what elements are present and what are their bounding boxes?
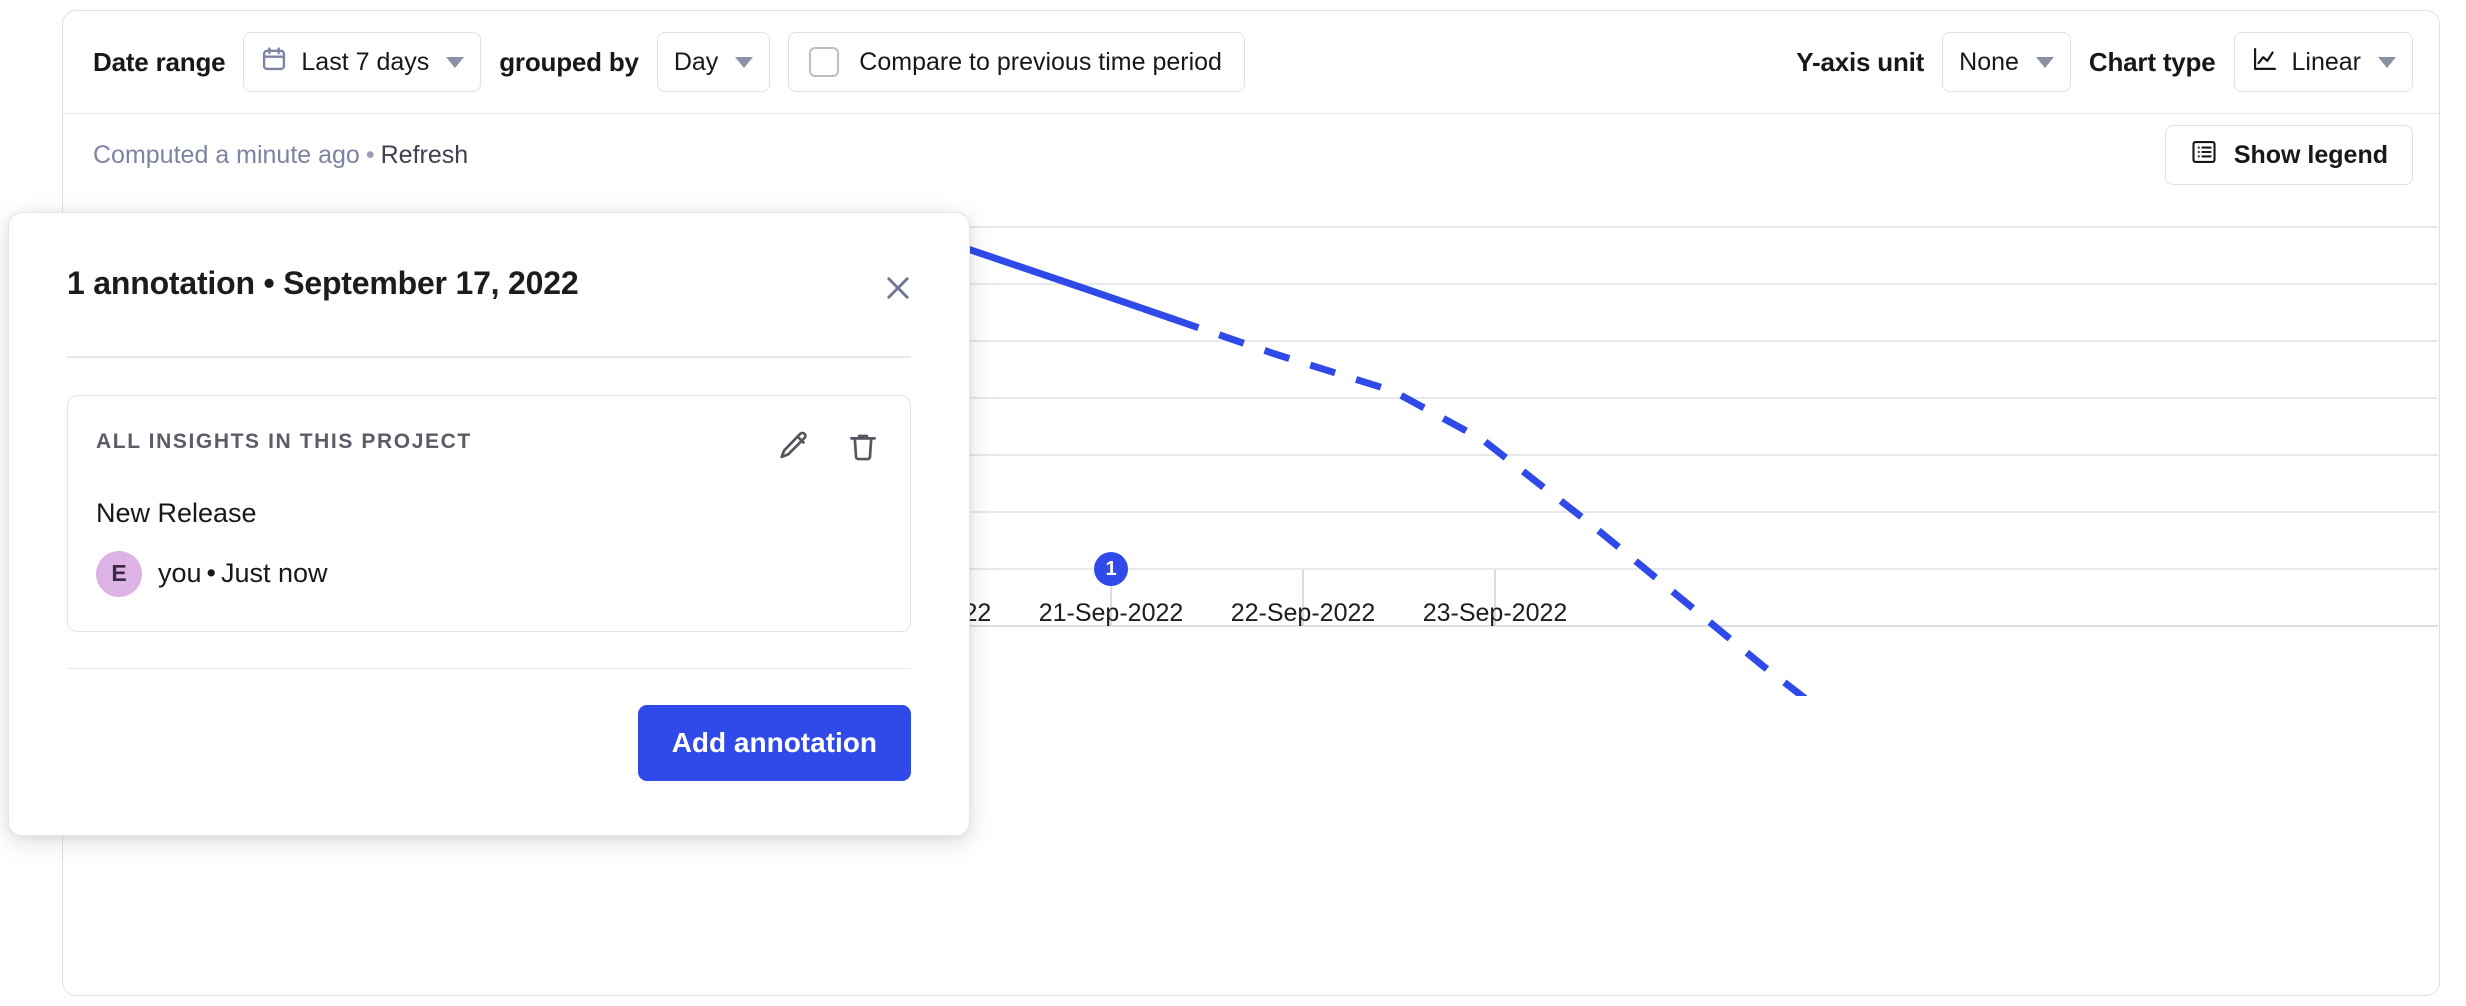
date-range-value: Last 7 days bbox=[301, 48, 429, 77]
annotation-time: Just now bbox=[221, 558, 328, 588]
chevron-down-icon bbox=[2036, 57, 2054, 68]
annotation-item-header: ALL INSIGHTS IN THIS PROJECT bbox=[92, 430, 880, 464]
y-axis-unit-label: Y-axis unit bbox=[1796, 47, 1924, 78]
annotation-actions bbox=[776, 430, 880, 464]
annotation-badge[interactable]: 1 bbox=[1094, 552, 1128, 586]
date-range-label: Date range bbox=[93, 47, 225, 78]
x-tick-label: 22-Sep-2022 bbox=[1231, 599, 1376, 628]
chart-type-value: Linear bbox=[2292, 48, 2362, 77]
y-axis-unit-dropdown[interactable]: None bbox=[1942, 32, 2071, 92]
y-axis-unit-value: None bbox=[1959, 48, 2019, 77]
popover-footer: Add annotation bbox=[9, 669, 969, 781]
close-icon[interactable] bbox=[875, 265, 921, 311]
grouped-by-label: grouped by bbox=[499, 47, 639, 78]
show-legend-button[interactable]: Show legend bbox=[2165, 125, 2413, 185]
avatar: E bbox=[96, 551, 142, 597]
annotation-item: ALL INSIGHTS IN THIS PROJECT bbox=[67, 395, 911, 632]
chart-subbar: Computed a minute ago•Refresh Show legen… bbox=[63, 114, 2439, 196]
legend-list-icon bbox=[2190, 138, 2218, 173]
show-legend-label: Show legend bbox=[2234, 141, 2388, 170]
add-annotation-button[interactable]: Add annotation bbox=[638, 705, 911, 781]
chevron-down-icon bbox=[446, 57, 464, 68]
toolbar-left-group: Date range Last 7 days grouped by Day bbox=[93, 32, 1245, 92]
compare-to-previous-period-toggle[interactable]: Compare to previous time period bbox=[788, 32, 1245, 92]
calendar-icon bbox=[260, 45, 288, 80]
line-chart-icon bbox=[2251, 45, 2279, 80]
insight-chart-panel: Date range Last 7 days grouped by Day bbox=[0, 0, 2466, 1006]
annotation-scope-label: ALL INSIGHTS IN THIS PROJECT bbox=[92, 430, 472, 454]
trash-icon[interactable] bbox=[846, 430, 880, 464]
pencil-icon[interactable] bbox=[776, 430, 810, 464]
computed-text: Computed a minute ago bbox=[93, 141, 360, 169]
popover-header: 1 annotation • September 17, 2022 bbox=[9, 213, 969, 311]
toolbar-right-group: Y-axis unit None Chart type Linear bbox=[1796, 32, 2413, 92]
series-line-dashed bbox=[1083, 288, 1893, 766]
chart-type-dropdown[interactable]: Linear bbox=[2234, 32, 2414, 92]
popover-header-divider bbox=[67, 356, 911, 358]
compare-checkbox[interactable] bbox=[809, 47, 839, 77]
annotation-author: you bbox=[158, 558, 202, 588]
status-separator: • bbox=[360, 141, 381, 169]
byline-separator: • bbox=[202, 558, 221, 588]
annotations-popover: 1 annotation • September 17, 2022 ALL IN… bbox=[8, 212, 970, 836]
date-range-dropdown[interactable]: Last 7 days bbox=[243, 32, 481, 92]
chart-type-label: Chart type bbox=[2089, 47, 2216, 78]
annotation-meta: E you•Just now bbox=[92, 551, 880, 597]
computed-status: Computed a minute ago•Refresh bbox=[93, 141, 468, 170]
chevron-down-icon bbox=[2378, 57, 2396, 68]
popover-title: 1 annotation • September 17, 2022 bbox=[67, 265, 578, 302]
refresh-link[interactable]: Refresh bbox=[381, 141, 469, 169]
annotation-text: New Release bbox=[92, 498, 880, 529]
chart-toolbar: Date range Last 7 days grouped by Day bbox=[63, 11, 2439, 114]
x-tick-label: 23-Sep-2022 bbox=[1423, 599, 1568, 628]
chevron-down-icon bbox=[735, 57, 753, 68]
grouped-by-dropdown[interactable]: Day bbox=[657, 32, 770, 92]
grouped-by-value: Day bbox=[674, 48, 718, 77]
x-tick-label: 21-Sep-2022 bbox=[1039, 599, 1184, 628]
annotation-byline: you•Just now bbox=[158, 558, 328, 589]
compare-label: Compare to previous time period bbox=[859, 48, 1222, 77]
